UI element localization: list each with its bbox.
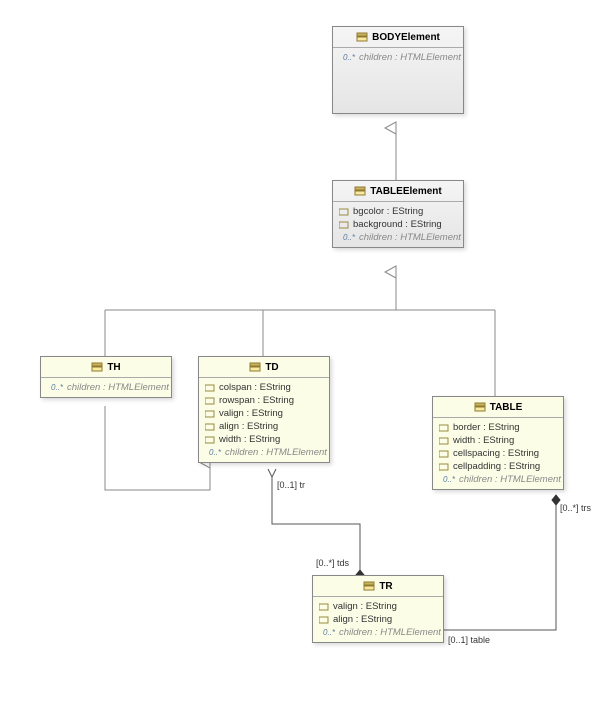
attr-row: valign : EString xyxy=(203,407,325,420)
class-icon xyxy=(363,580,375,592)
attrs-compartment: valign : EString align : EString 0..* ch… xyxy=(313,597,443,642)
attr-icon xyxy=(205,397,215,405)
attrs-compartment: 0..* children : HTMLElement xyxy=(333,48,463,67)
ref-row: 0..* children : HTMLElement xyxy=(337,51,459,64)
ref-mult: 0..* xyxy=(343,233,355,242)
class-title: TR xyxy=(313,576,443,597)
attr-row: align : EString xyxy=(203,420,325,433)
ref-text: children : HTMLElement xyxy=(459,474,561,485)
class-title: TH xyxy=(41,357,171,378)
attr-text: cellspacing : EString xyxy=(453,448,539,459)
class-icon xyxy=(91,361,103,373)
attr-row: colspan : EString xyxy=(203,381,325,394)
class-name: TABLE xyxy=(490,402,523,413)
attrs-compartment: bgcolor : EString background : EString 0… xyxy=(333,202,463,247)
ref-mult: 0..* xyxy=(343,53,355,62)
attr-icon xyxy=(205,410,215,418)
attr-row: bgcolor : EString xyxy=(337,205,459,218)
attr-text: rowspan : EString xyxy=(219,395,294,406)
class-name: BODYElement xyxy=(372,32,440,43)
class-td[interactable]: TD colspan : EString rowspan : EString v… xyxy=(198,356,330,463)
attr-icon xyxy=(205,384,215,392)
ref-text: children : HTMLElement xyxy=(339,627,441,638)
ref-mult: 0..* xyxy=(209,448,221,457)
attr-row: valign : EString xyxy=(317,600,439,613)
attr-row: background : EString xyxy=(337,218,459,231)
attr-row: align : EString xyxy=(317,613,439,626)
attr-text: width : EString xyxy=(453,435,514,446)
class-th[interactable]: TH 0..* children : HTMLElement xyxy=(40,356,172,398)
attrs-compartment: colspan : EString rowspan : EString vali… xyxy=(199,378,329,462)
attr-icon xyxy=(339,208,349,216)
ref-row: 0..* children : HTMLElement xyxy=(337,231,459,244)
attr-text: align : EString xyxy=(219,421,278,432)
attrs-compartment: 0..* children : HTMLElement xyxy=(41,378,171,397)
ref-text: children : HTMLElement xyxy=(359,232,461,243)
attr-icon xyxy=(319,603,329,611)
attr-text: colspan : EString xyxy=(219,382,291,393)
class-icon xyxy=(474,401,486,413)
class-icon xyxy=(354,185,366,197)
ref-row: 0..* children : HTMLElement xyxy=(203,446,325,459)
attr-row: border : EString xyxy=(437,421,559,434)
attr-text: background : EString xyxy=(353,219,442,230)
class-name: TABLEElement xyxy=(370,186,442,197)
class-tableelement[interactable]: TABLEElement bgcolor : EString backgroun… xyxy=(332,180,464,248)
class-table[interactable]: TABLE border : EString width : EString c… xyxy=(432,396,564,490)
class-bodyelement[interactable]: BODYElement 0..* children : HTMLElement xyxy=(332,26,464,114)
attr-text: valign : EString xyxy=(333,601,397,612)
attr-text: bgcolor : EString xyxy=(353,206,423,217)
attr-icon xyxy=(439,437,449,445)
edge-label-tr: [0..1] tr xyxy=(277,480,305,490)
ref-text: children : HTMLElement xyxy=(67,382,169,393)
attr-icon xyxy=(439,463,449,471)
attr-icon xyxy=(439,450,449,458)
ref-row: 0..* children : HTMLElement xyxy=(45,381,167,394)
class-title: TABLEElement xyxy=(333,181,463,202)
class-name: TR xyxy=(379,581,392,592)
ref-mult: 0..* xyxy=(323,628,335,637)
attr-icon xyxy=(339,221,349,229)
class-title: TD xyxy=(199,357,329,378)
ref-row: 0..* children : HTMLElement xyxy=(437,473,559,486)
attr-text: align : EString xyxy=(333,614,392,625)
attr-row: cellpadding : EString xyxy=(437,460,559,473)
ref-text: children : HTMLElement xyxy=(225,447,327,458)
ref-mult: 0..* xyxy=(443,475,455,484)
attr-row: rowspan : EString xyxy=(203,394,325,407)
class-icon xyxy=(249,361,261,373)
class-title: TABLE xyxy=(433,397,563,418)
attr-icon xyxy=(319,616,329,624)
class-icon xyxy=(356,31,368,43)
attrs-compartment: border : EString width : EString cellspa… xyxy=(433,418,563,489)
edge-label-table: [0..1] table xyxy=(448,635,490,645)
class-name: TD xyxy=(265,362,278,373)
attr-icon xyxy=(205,436,215,444)
attr-row: width : EString xyxy=(203,433,325,446)
empty-compartment xyxy=(333,67,463,113)
class-title: BODYElement xyxy=(333,27,463,48)
attr-row: width : EString xyxy=(437,434,559,447)
ref-row: 0..* children : HTMLElement xyxy=(317,626,439,639)
class-tr[interactable]: TR valign : EString align : EString 0..*… xyxy=(312,575,444,643)
attr-text: width : EString xyxy=(219,434,280,445)
ref-mult: 0..* xyxy=(51,383,63,392)
class-name: TH xyxy=(107,362,120,373)
attr-row: cellspacing : EString xyxy=(437,447,559,460)
attr-text: cellpadding : EString xyxy=(453,461,540,472)
edge-label-tds: [0..*] tds xyxy=(316,558,349,568)
edge-label-trs: [0..*] trs xyxy=(560,503,591,513)
ref-text: children : HTMLElement xyxy=(359,52,461,63)
attr-icon xyxy=(205,423,215,431)
attr-text: valign : EString xyxy=(219,408,283,419)
attr-icon xyxy=(439,424,449,432)
attr-text: border : EString xyxy=(453,422,520,433)
